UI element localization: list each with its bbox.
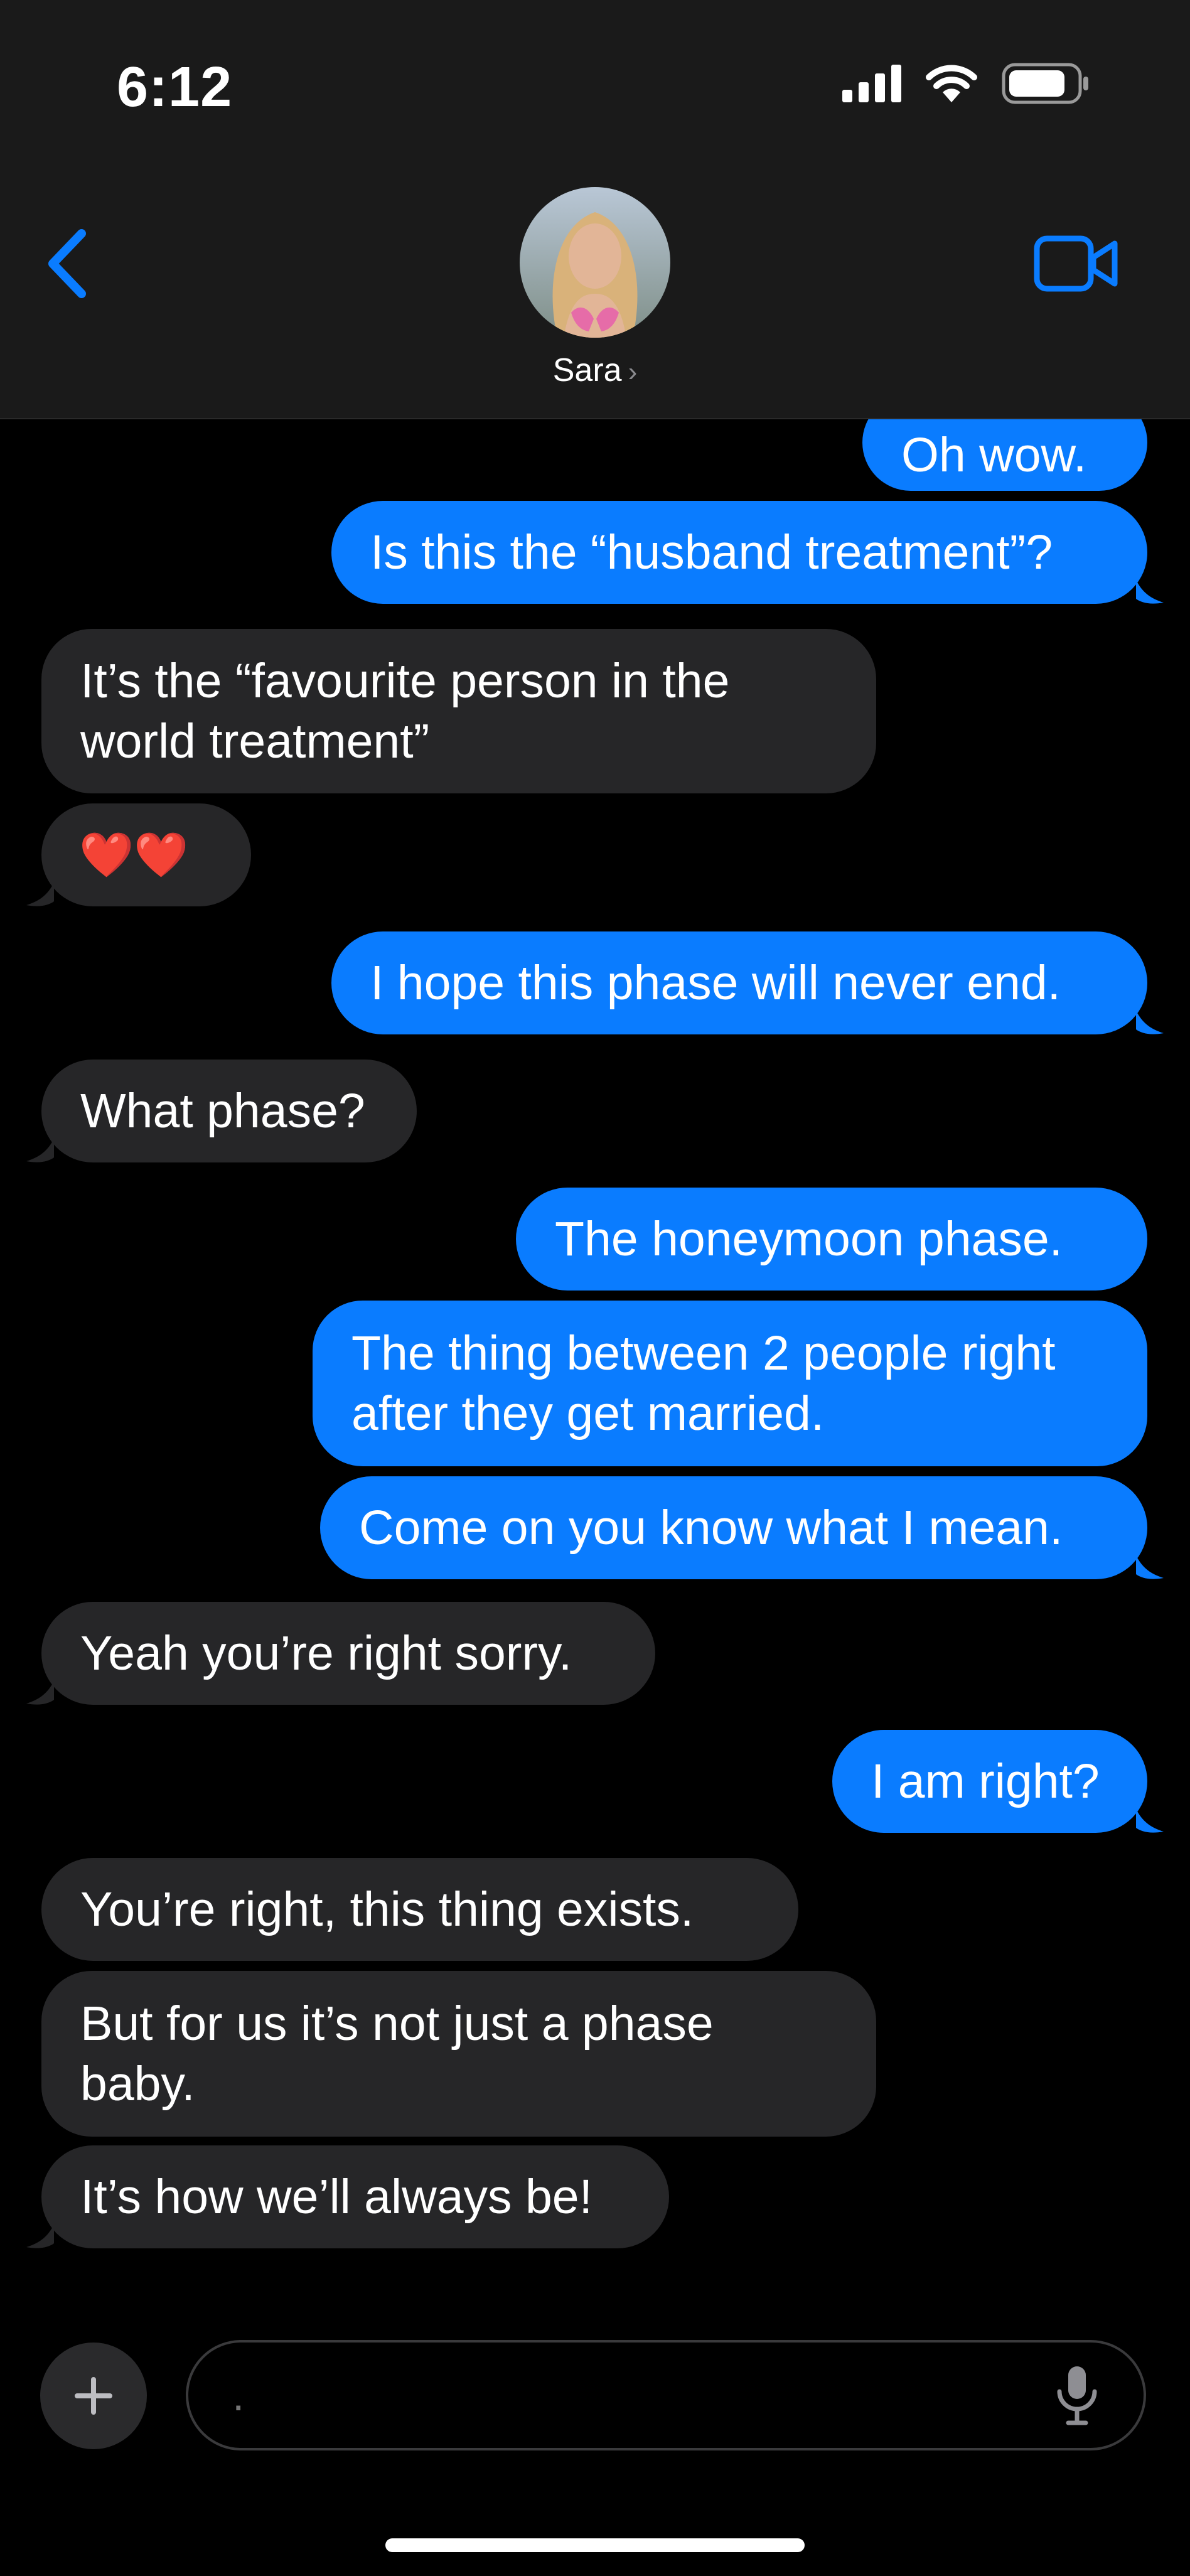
message-text: You’re right, this thing exists. bbox=[80, 1882, 694, 1936]
status-icons bbox=[842, 63, 1090, 104]
chevron-left-icon bbox=[48, 229, 86, 298]
message-input[interactable] bbox=[186, 2340, 1146, 2450]
bubble-tail bbox=[1136, 580, 1164, 604]
avatar-photo bbox=[520, 187, 670, 338]
message-text: It’s how we’ll always be! bbox=[80, 2170, 592, 2224]
back-button[interactable] bbox=[44, 226, 94, 301]
sent-message[interactable]: Is this the “husband treatment”? bbox=[331, 501, 1147, 604]
contact-name-button[interactable]: Sara › bbox=[0, 352, 1190, 389]
received-message[interactable]: But for us it’s not just a phase baby. bbox=[41, 1971, 876, 2137]
received-message[interactable]: It’s the “favourite person in the world … bbox=[41, 629, 876, 793]
bubble-tail bbox=[26, 2224, 54, 2248]
received-message[interactable]: ❤️❤️ bbox=[41, 803, 251, 906]
sent-message[interactable]: Come on you know what I mean. bbox=[320, 1476, 1147, 1579]
sent-message[interactable]: The honeymoon phase. bbox=[516, 1188, 1147, 1291]
message-text: Oh wow. bbox=[901, 428, 1087, 482]
message-text: Is this the “husband treatment”? bbox=[370, 525, 1053, 579]
microphone-icon bbox=[1057, 2366, 1097, 2425]
wifi-icon bbox=[926, 65, 977, 102]
bubble-tail bbox=[26, 1681, 54, 1705]
sent-message[interactable]: I hope this phase will never end. bbox=[331, 931, 1147, 1034]
sent-message[interactable]: Oh wow. bbox=[862, 419, 1147, 491]
bubble-tail bbox=[1136, 1011, 1164, 1034]
message-text: The honeymoon phase. bbox=[555, 1212, 1063, 1266]
contact-name: Sara bbox=[552, 352, 622, 389]
received-message[interactable]: You’re right, this thing exists. bbox=[41, 1858, 798, 1961]
received-message[interactable]: Yeah you’re right sorry. bbox=[41, 1602, 655, 1705]
sent-message[interactable]: The thing between 2 people right after t… bbox=[313, 1301, 1147, 1466]
bubble-tail bbox=[1136, 1809, 1164, 1833]
sent-message[interactable]: I am right? bbox=[832, 1730, 1147, 1833]
message-text: I hope this phase will never end. bbox=[370, 956, 1061, 1010]
battery-icon bbox=[1002, 63, 1088, 104]
received-message[interactable]: It’s how we’ll always be! bbox=[41, 2145, 669, 2248]
bubble-tail bbox=[1136, 1555, 1164, 1579]
message-text: I am right? bbox=[871, 1754, 1100, 1808]
status-time: 6:12 bbox=[117, 56, 233, 119]
message-text: Come on you know what I mean. bbox=[359, 1501, 1063, 1555]
received-message[interactable]: What phase? bbox=[41, 1060, 417, 1162]
bubble-tail bbox=[26, 883, 54, 906]
message-text: What phase? bbox=[80, 1084, 365, 1138]
message-text: The thing between 2 people right after t… bbox=[351, 1326, 1056, 1441]
video-camera-icon bbox=[1034, 235, 1118, 292]
video-call-button[interactable] bbox=[1033, 232, 1121, 295]
dictation-button[interactable] bbox=[1052, 2364, 1102, 2427]
message-text: But for us it’s not just a phase baby. bbox=[80, 1997, 714, 2111]
add-attachment-button[interactable] bbox=[40, 2343, 147, 2449]
plus-icon bbox=[75, 2377, 112, 2415]
chevron-right-icon: › bbox=[628, 357, 638, 387]
message-text: It’s the “favourite person in the world … bbox=[80, 654, 730, 768]
bubble-tail bbox=[26, 1139, 54, 1162]
message-list[interactable]: Oh wow. Is this the “husband treatment”?… bbox=[0, 419, 1190, 2296]
home-indicator[interactable] bbox=[385, 2538, 805, 2552]
message-text: Yeah you’re right sorry. bbox=[80, 1626, 572, 1680]
conversation-header: 6:12 Sara › bbox=[0, 0, 1190, 419]
message-text: ❤️❤️ bbox=[79, 830, 189, 879]
contact-avatar[interactable] bbox=[520, 187, 670, 338]
cellular-signal-icon bbox=[842, 65, 901, 102]
